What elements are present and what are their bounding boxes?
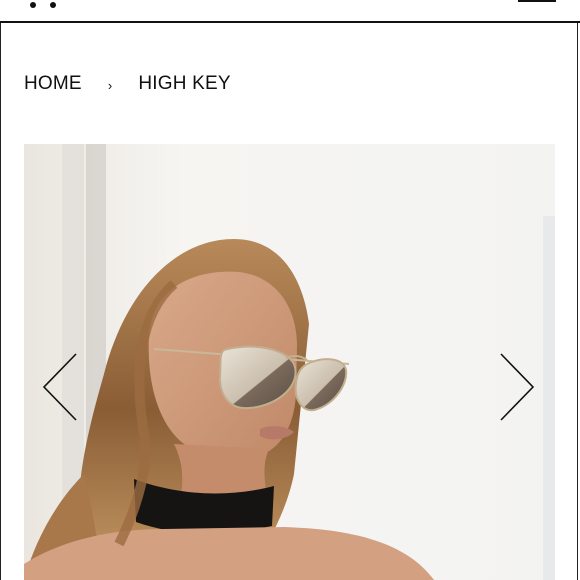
breadcrumb-current: HIGH KEY — [138, 73, 231, 94]
breadcrumb-separator: › — [107, 77, 113, 93]
logo-dot — [50, 2, 56, 8]
breadcrumb-home-link[interactable]: HOME — [24, 73, 82, 95]
logo-dot — [30, 2, 36, 8]
chevron-left-icon[interactable] — [40, 352, 80, 422]
chevron-right-icon[interactable] — [497, 352, 537, 422]
dots-logo-icon[interactable] — [30, 2, 60, 10]
product-image-gallery[interactable] — [24, 144, 555, 580]
product-photo — [24, 144, 555, 580]
hamburger-menu-icon[interactable] — [518, 0, 556, 2]
breadcrumb: HOME › HIGH KEY — [24, 72, 231, 96]
top-header — [0, 0, 580, 23]
